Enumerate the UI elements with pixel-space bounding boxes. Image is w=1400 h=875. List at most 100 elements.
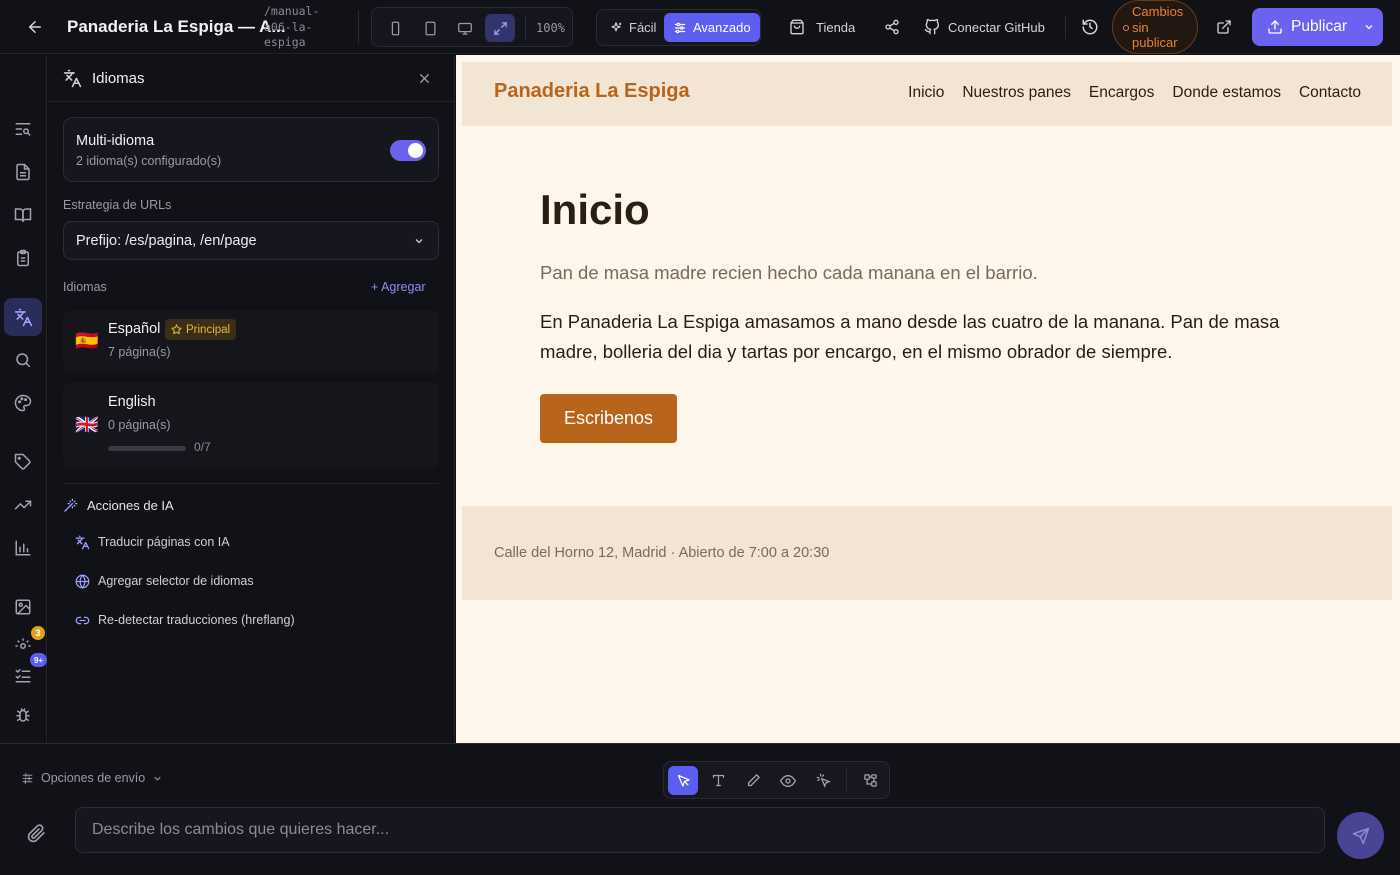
footer-text: Calle del Horno 12, Madrid · Abierto de …: [494, 545, 830, 561]
url-strategy-select[interactable]: Prefijo: /es/pagina, /en/page: [63, 221, 439, 260]
paperclip-icon[interactable]: [27, 824, 46, 843]
rail-media-button[interactable]: [4, 588, 42, 626]
publish-button[interactable]: Publicar: [1252, 8, 1383, 46]
tool-selector: [663, 761, 890, 799]
ai-action-label: Traducir páginas con IA: [98, 535, 230, 549]
arrow-left-icon: [26, 18, 44, 36]
store-label: Tienda: [816, 19, 856, 35]
send-button[interactable]: [1337, 812, 1384, 859]
share-icon: [884, 19, 900, 35]
ai-add-language-selector-button[interactable]: Agregar selector de idiomas: [75, 571, 254, 591]
send-options-label: Opciones de envío: [41, 771, 146, 785]
divider: [63, 483, 439, 484]
open-external-button[interactable]: [1216, 15, 1232, 39]
add-language-button[interactable]: + Agregar: [371, 280, 426, 294]
url-strategy-value: Prefijo: /es/pagina, /en/page: [76, 232, 257, 249]
layers-tool-button[interactable]: [855, 766, 885, 795]
tree-icon: [863, 773, 878, 788]
upload-icon: [1267, 19, 1283, 35]
tablet-view-button[interactable]: [415, 14, 445, 42]
close-icon[interactable]: [418, 72, 431, 85]
site-logo[interactable]: Panaderia La Espiga: [494, 80, 690, 103]
nav-link-contacto[interactable]: Contacto: [1299, 84, 1361, 102]
draw-tool-button[interactable]: [738, 766, 768, 795]
divider: [525, 16, 526, 40]
select-tool-button[interactable]: [668, 766, 698, 795]
languages-icon: [75, 535, 90, 550]
image-icon: [14, 598, 32, 616]
languages-icon: [14, 308, 33, 327]
device-switcher: 100%: [371, 7, 573, 47]
magic-wand-icon: [63, 498, 78, 513]
easy-mode-button[interactable]: Fácil: [600, 13, 665, 42]
multi-language-toggle[interactable]: [390, 140, 426, 161]
cta-button[interactable]: Escribenos: [540, 394, 677, 443]
monitor-icon: [457, 21, 473, 36]
multi-language-title: Multi-idioma: [76, 133, 155, 149]
nav-link-donde-estamos[interactable]: Donde estamos: [1172, 84, 1281, 102]
share-button[interactable]: [884, 15, 900, 39]
rail-docs-button[interactable]: [4, 196, 42, 234]
back-button[interactable]: [18, 14, 52, 40]
send-options-button[interactable]: Opciones de envío: [21, 771, 163, 785]
rail-theme-button[interactable]: [4, 384, 42, 422]
ai-redetect-hreflang-button[interactable]: Re-detectar traducciones (hreflang): [75, 610, 295, 630]
panel-header: Idiomas: [48, 55, 455, 102]
nav-link-encargos[interactable]: Encargos: [1089, 84, 1154, 102]
mobile-view-button[interactable]: [380, 14, 410, 42]
nav-link-nuestros-panes[interactable]: Nuestros panes: [962, 84, 1071, 102]
text-tool-button[interactable]: [703, 766, 733, 795]
principal-badge: Principal: [165, 319, 237, 340]
clipboard-icon: [14, 249, 32, 267]
globe-icon: [75, 573, 90, 589]
chevron-down-icon[interactable]: [1363, 21, 1375, 33]
rail-seo-button[interactable]: [4, 110, 42, 148]
rail-languages-button[interactable]: [4, 298, 42, 336]
rail-clipboard-button[interactable]: [4, 239, 42, 277]
history-button[interactable]: [1081, 15, 1099, 39]
rail-tags-button[interactable]: [4, 443, 42, 481]
rail-pages-button[interactable]: [4, 153, 42, 191]
fullwidth-view-button[interactable]: [485, 14, 515, 42]
sliders-icon: [21, 772, 34, 785]
language-item[interactable]: 🇬🇧 English 0 página(s) 0/7: [63, 382, 439, 468]
tag-icon: [14, 453, 32, 471]
preview-tool-button[interactable]: [773, 766, 803, 795]
link-icon: [75, 613, 90, 628]
nav-link-inicio[interactable]: Inicio: [908, 84, 944, 102]
rail-analytics-button[interactable]: [4, 529, 42, 567]
mode-switcher: Fácil Avanzado: [596, 9, 761, 46]
language-item[interactable]: 🇪🇸 Español Principal 7 página(s): [63, 310, 439, 373]
ai-translate-pages-button[interactable]: Traducir páginas con IA: [75, 532, 230, 552]
multi-language-subtitle: 2 idioma(s) configurado(s): [76, 154, 222, 168]
advanced-mode-label: Avanzado: [693, 20, 751, 35]
multi-language-card: Multi-idioma 2 idioma(s) configurado(s): [63, 117, 439, 182]
rail-trends-button[interactable]: [4, 486, 42, 524]
warnings-badge: 3: [31, 626, 45, 640]
rail-debug-button[interactable]: [4, 696, 42, 734]
panel-title: Idiomas: [92, 70, 145, 87]
magic-tool-button[interactable]: [808, 766, 838, 795]
advanced-mode-button[interactable]: Avanzado: [664, 13, 760, 42]
store-button[interactable]: Tienda: [789, 15, 855, 39]
hero-title: Inicio: [540, 186, 650, 233]
prompt-input[interactable]: [75, 807, 1325, 853]
url-strategy-label: Estrategia de URLs: [63, 198, 172, 212]
languages-panel: Idiomas Multi-idioma 2 idioma(s) configu…: [48, 55, 455, 743]
sliders-icon: [673, 21, 687, 35]
flag-gb-icon: 🇬🇧: [75, 415, 99, 436]
rail-tasks-button[interactable]: [4, 656, 42, 694]
sparkles-icon: [609, 21, 623, 35]
language-name: English: [108, 394, 156, 410]
connect-github-button[interactable]: Conectar GitHub: [924, 15, 1045, 39]
unpublished-changes-badge[interactable]: Cambios sin publicar: [1112, 0, 1198, 54]
zoom-level[interactable]: 100%: [536, 21, 565, 35]
trending-up-icon: [14, 496, 32, 514]
hero-subtitle: Pan de masa madre recien hecho cada mana…: [540, 262, 1038, 283]
smartphone-icon: [388, 21, 403, 36]
rail-search-button[interactable]: [4, 341, 42, 379]
divider: [358, 10, 359, 44]
type-icon: [711, 773, 726, 788]
desktop-view-button[interactable]: [450, 14, 480, 42]
search-icon: [14, 351, 32, 369]
